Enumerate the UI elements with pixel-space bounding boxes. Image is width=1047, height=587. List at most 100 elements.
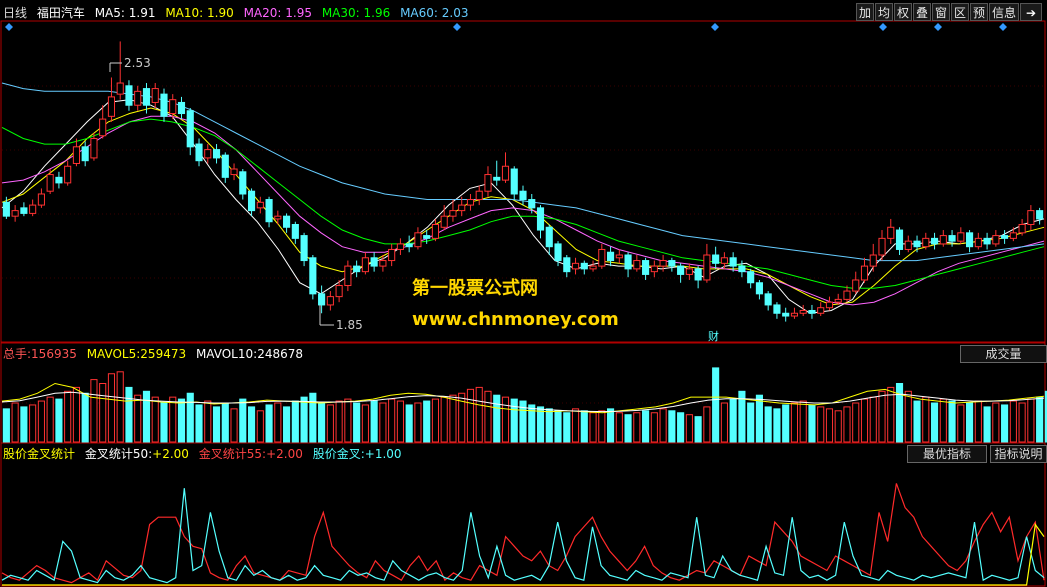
candle-body bbox=[808, 309, 816, 314]
candle-body bbox=[423, 235, 431, 239]
candle-body bbox=[1018, 223, 1026, 234]
stock-name: 福田汽车 bbox=[36, 6, 85, 20]
volume-bar bbox=[466, 388, 475, 443]
volume-bar bbox=[405, 404, 413, 443]
indicator-header: 股价金叉统计 金叉统计50:+2.00 金叉统计55:+2.00 股价金叉:+1… bbox=[3, 444, 408, 464]
candle-body bbox=[1027, 210, 1035, 225]
indicator-label-2: 金叉统计55: bbox=[198, 447, 267, 461]
candle-body bbox=[712, 254, 720, 264]
volume-bar bbox=[99, 383, 107, 443]
candle-body bbox=[29, 204, 37, 214]
ma10-legend: MA10: 1.90 bbox=[165, 6, 234, 20]
candle-body bbox=[563, 257, 571, 273]
volume-bar bbox=[545, 408, 553, 443]
toolbar-button-forecast[interactable]: 预 bbox=[970, 3, 988, 21]
candle-body bbox=[388, 248, 396, 262]
candle-body bbox=[318, 293, 326, 306]
volume-bar bbox=[431, 398, 440, 443]
candle-body bbox=[694, 268, 702, 281]
candle-body bbox=[992, 235, 1000, 245]
volume-bar bbox=[186, 392, 194, 443]
volume-bar bbox=[29, 404, 37, 443]
volume-bar bbox=[642, 410, 650, 443]
candle-body bbox=[99, 118, 107, 137]
candle-body bbox=[703, 254, 711, 281]
candle-body bbox=[11, 210, 19, 217]
volume-bar bbox=[677, 412, 685, 443]
toolbar-button-overlay[interactable]: 叠 bbox=[913, 3, 931, 21]
exit-arrow-icon[interactable]: ➔ bbox=[1020, 3, 1042, 21]
candle-body bbox=[1001, 235, 1009, 239]
toolbar-button-average[interactable]: 均 bbox=[875, 3, 893, 21]
mavol5-label: MAVOL5: bbox=[86, 347, 141, 361]
toolbar-button-range[interactable]: 区 bbox=[951, 3, 969, 21]
candle-body bbox=[615, 254, 623, 259]
volume-bar bbox=[64, 390, 72, 443]
volume-bar bbox=[160, 402, 168, 443]
volume-bar bbox=[580, 410, 588, 443]
candle-body bbox=[519, 190, 527, 201]
volume-bar bbox=[834, 410, 842, 443]
volume-bar bbox=[1001, 404, 1009, 443]
volume-bar bbox=[799, 400, 807, 443]
candle-body bbox=[930, 237, 939, 245]
volume-bar bbox=[571, 408, 580, 443]
volume-bar bbox=[843, 406, 851, 443]
candle-body bbox=[344, 265, 352, 287]
candle-body bbox=[966, 232, 974, 248]
candle-body bbox=[353, 265, 361, 273]
volume-bar bbox=[895, 383, 904, 443]
volume-bar bbox=[712, 367, 720, 443]
candle-body bbox=[466, 199, 475, 206]
candle-body bbox=[887, 226, 895, 239]
mavol5-value: 259473 bbox=[140, 347, 187, 361]
volume-bar bbox=[72, 386, 80, 443]
volume-bar bbox=[274, 402, 282, 443]
volume-bar bbox=[668, 410, 676, 443]
candle-body bbox=[493, 176, 501, 181]
indicator-help-button[interactable]: 指标说明 bbox=[990, 445, 1047, 463]
candle-body bbox=[309, 257, 317, 295]
candle-body bbox=[116, 82, 124, 95]
volume-bar bbox=[142, 390, 151, 443]
volume-bar bbox=[353, 402, 361, 443]
toolbar-button-add[interactable]: 加 bbox=[856, 3, 874, 21]
volume-bar bbox=[782, 404, 790, 443]
candle-body bbox=[247, 190, 256, 212]
volume-bar bbox=[125, 386, 133, 443]
candle-body bbox=[230, 168, 238, 176]
volume-bar bbox=[983, 406, 991, 443]
total-volume-label: 总手: bbox=[3, 347, 32, 361]
volume-bar bbox=[326, 404, 334, 443]
low-price-label: 1.85 bbox=[336, 318, 363, 332]
best-indicator-button[interactable]: 最优指标 bbox=[907, 445, 987, 463]
toolbar-button-info[interactable]: 信息 bbox=[989, 3, 1019, 21]
volume-bar bbox=[379, 402, 387, 443]
candle-body bbox=[983, 237, 991, 245]
indicator-label-3: 股价金叉: bbox=[312, 447, 365, 461]
finance-event-marker[interactable]: 财 bbox=[708, 329, 719, 343]
candle-body bbox=[860, 265, 869, 281]
volume-bar bbox=[948, 400, 956, 443]
indicator-value-2: +2.00 bbox=[266, 447, 303, 461]
candle-body bbox=[922, 237, 930, 248]
candle-body bbox=[458, 204, 466, 212]
candle-body bbox=[151, 88, 159, 103]
mavol10-value: 248678 bbox=[257, 347, 303, 361]
candle-body bbox=[650, 265, 658, 273]
ma20-legend: MA20: 1.95 bbox=[243, 6, 312, 20]
toolbar-button-window[interactable]: 窗 bbox=[932, 3, 950, 21]
volume-bar bbox=[913, 400, 921, 443]
volume-bar bbox=[90, 379, 98, 443]
volume-bar bbox=[606, 408, 615, 443]
candle-body bbox=[414, 232, 422, 248]
volume-bar bbox=[195, 404, 203, 443]
period-label[interactable]: 日线 bbox=[3, 6, 27, 20]
volume-bar bbox=[2, 408, 10, 443]
candle-body bbox=[475, 190, 483, 201]
volume-indicator-button[interactable]: 成交量 bbox=[960, 345, 1047, 363]
candle-body bbox=[852, 279, 860, 292]
candle-body bbox=[125, 85, 133, 106]
candle-body bbox=[904, 240, 912, 250]
toolbar-button-rights[interactable]: 权 bbox=[894, 3, 912, 21]
